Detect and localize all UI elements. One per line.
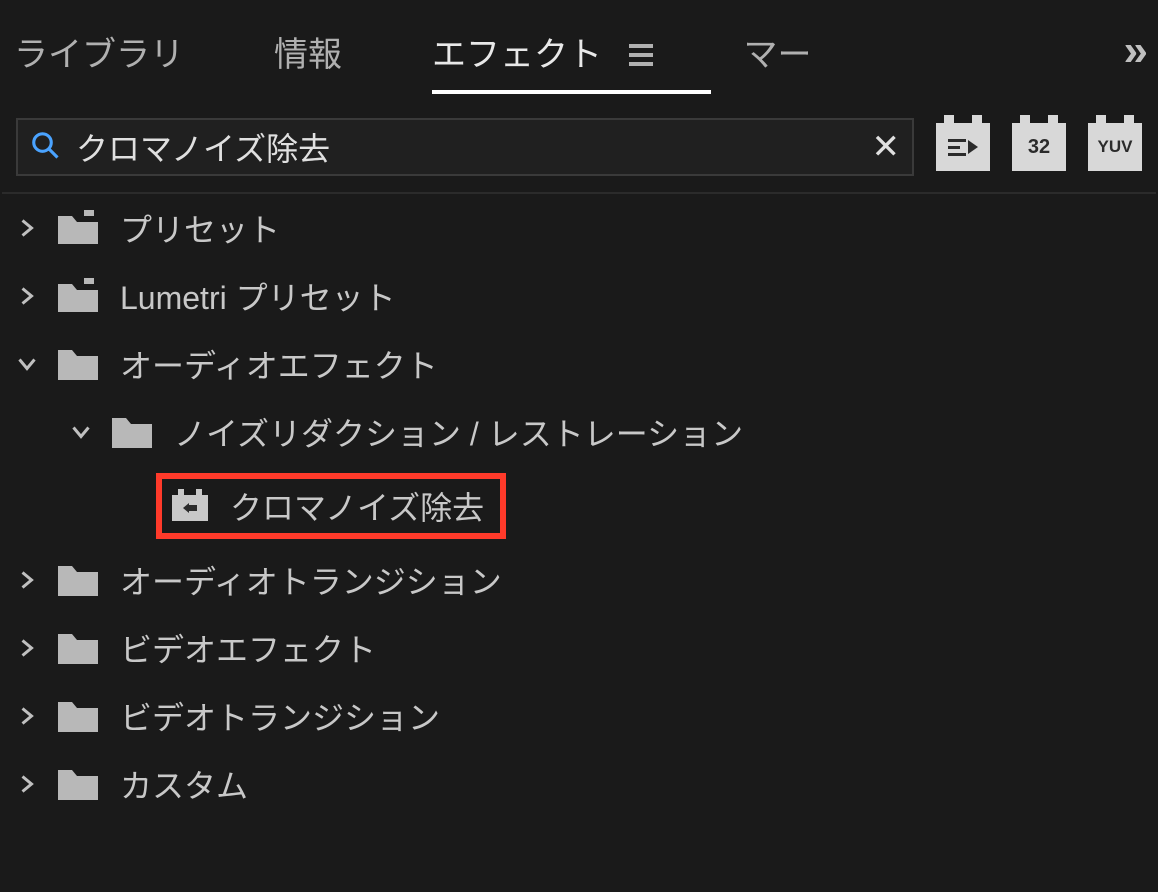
accelerated-effects-badge[interactable]: [936, 123, 990, 171]
tabs-overflow-icon[interactable]: »: [1124, 26, 1144, 76]
tree-label: カスタム: [120, 761, 248, 807]
tab-info[interactable]: 情報: [274, 27, 342, 76]
chevron-right-icon: [18, 571, 36, 589]
panel-menu-icon[interactable]: [629, 44, 653, 66]
tree-item-noise-reduction[interactable]: ノイズリダクション / レストレーション: [2, 398, 1156, 466]
tree-item-chroma-denoise[interactable]: クロマノイズ除去: [2, 466, 1156, 546]
tree-item-video-effects[interactable]: ビデオエフェクト: [2, 614, 1156, 682]
search-box: ✕: [16, 118, 914, 176]
tab-markers[interactable]: マー: [743, 27, 811, 76]
chevron-down-icon: [72, 423, 90, 441]
tab-effects[interactable]: エフェクト: [432, 27, 653, 76]
chevron-right-icon: [18, 219, 36, 237]
search-bar: ✕ 32 YUV: [0, 84, 1158, 192]
tree-label: ビデオエフェクト: [120, 625, 376, 671]
badge-yuv[interactable]: YUV: [1088, 123, 1142, 171]
tree-label: オーディオエフェクト: [120, 341, 438, 387]
panel-tabs: ライブラリ 情報 エフェクト マー »: [0, 0, 1158, 84]
folder-icon: [56, 698, 100, 734]
tab-library[interactable]: ライブラリ: [14, 27, 184, 76]
tree-item-custom[interactable]: カスタム: [2, 750, 1156, 818]
effects-tree: プリセット Lumetri プリセット オーディオエフェクト ノイズリダクション…: [2, 192, 1156, 892]
highlighted-effect: クロマノイズ除去: [156, 473, 506, 539]
tree-label: プリセット: [120, 205, 280, 251]
folder-icon: [56, 630, 100, 666]
tree-label: ビデオトランジション: [120, 693, 440, 739]
chevron-right-icon: [18, 639, 36, 657]
chevron-right-icon: [18, 707, 36, 725]
search-icon: [30, 130, 60, 165]
tree-item-lumetri[interactable]: Lumetri プリセット: [2, 262, 1156, 330]
tree-label: Lumetri プリセット: [120, 273, 396, 319]
badge-32bit[interactable]: 32: [1012, 123, 1066, 171]
folder-icon: [110, 414, 154, 450]
tree-item-presets[interactable]: プリセット: [2, 194, 1156, 262]
folder-icon: [56, 766, 100, 802]
chevron-down-icon: [18, 355, 36, 373]
folder-icon: [56, 346, 100, 382]
tree-label: オーディオトランジション: [120, 557, 502, 603]
tree-item-video-transitions[interactable]: ビデオトランジション: [2, 682, 1156, 750]
folder-icon: [56, 562, 100, 598]
tree-item-audio-effects[interactable]: オーディオエフェクト: [2, 330, 1156, 398]
preset-folder-icon: [56, 278, 100, 314]
chevron-right-icon: [18, 287, 36, 305]
tree-label: ノイズリダクション / レストレーション: [174, 409, 743, 455]
preset-folder-icon: [56, 210, 100, 246]
tab-effects-label: エフェクト: [432, 36, 602, 74]
search-input[interactable]: [60, 129, 872, 166]
tree-label: クロマノイズ除去: [230, 483, 484, 529]
audio-effect-icon: [170, 489, 210, 523]
tree-item-audio-transitions[interactable]: オーディオトランジション: [2, 546, 1156, 614]
chevron-right-icon: [18, 775, 36, 793]
clear-search-icon[interactable]: ✕: [872, 127, 901, 167]
